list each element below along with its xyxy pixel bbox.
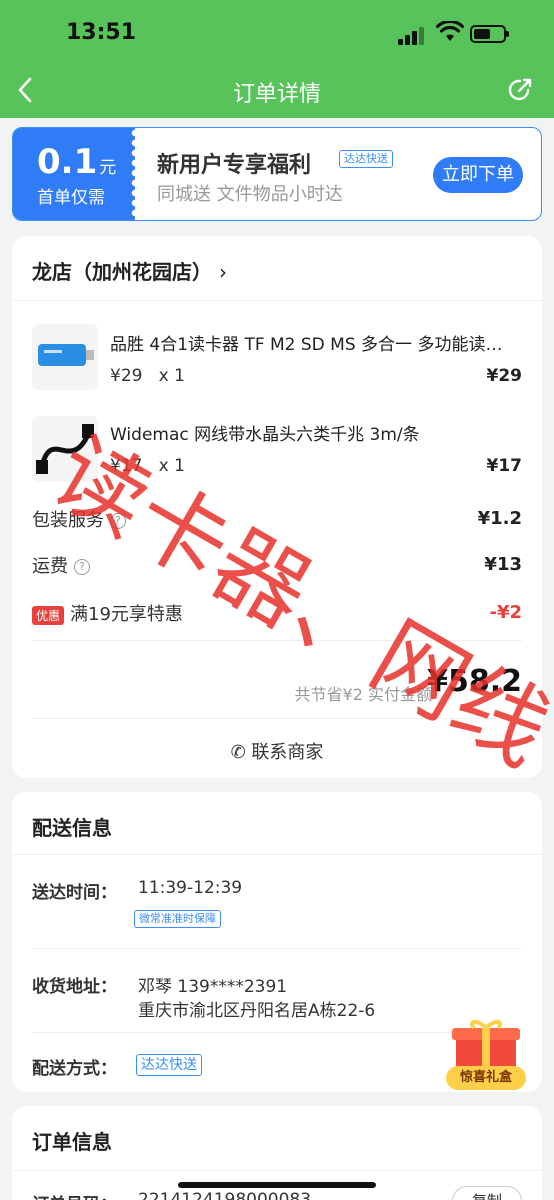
gift-label: 惊喜礼盒 (446, 1066, 526, 1090)
promo-banner[interactable]: 0.1 元 首单仅需 新用户专享福利 达达快送 同城送 文件物品小时达 立即下单 (12, 127, 542, 221)
delivery-time-label: 送达时间： (32, 883, 117, 903)
product-price: ¥29 x 1 (110, 366, 185, 386)
total-label: 共节省¥2 实付金额 (294, 685, 432, 704)
wifi-icon (436, 21, 464, 41)
promo-subtitle: 同城送 文件物品小时达 (157, 184, 343, 205)
address-detail: 重庆市渝北区丹阳名居A栋22-6 (138, 1001, 376, 1021)
copy-button[interactable]: 复制 (452, 1186, 522, 1200)
discount-label: 优惠 满19元享特惠 (32, 600, 183, 626)
shipping-fee-value: ¥13 (484, 554, 522, 575)
order-now-button[interactable]: 立即下单 (433, 157, 523, 193)
header-bar: 13:51 订单详情 (0, 0, 554, 118)
order-number-label: 订单号码： (32, 1190, 117, 1200)
battery-icon (470, 25, 509, 43)
delivery-section-title: 配送信息 (32, 816, 112, 840)
surprise-gift-button[interactable]: 惊喜礼盒 (446, 1018, 526, 1090)
on-time-guarantee-tag: 微常准准时保障 (134, 910, 221, 928)
product-name: 品胜 4合1读卡器 TF M2 SD MS 多合一 多功能读卡器 (110, 335, 514, 355)
product-amount: ¥29 (486, 366, 523, 386)
phone-icon: ✆ (230, 742, 252, 763)
order-items-card: 龙店（加州花园店） › 品胜 4合1读卡器 TF M2 SD MS 多合一 多功… (12, 236, 542, 778)
order-info-section-title: 订单信息 (32, 1130, 112, 1154)
address-label: 收货地址： (32, 977, 117, 997)
cellular-signal-icon (398, 27, 428, 45)
product-thumbnail-card-reader[interactable] (32, 324, 98, 390)
divider (12, 300, 542, 301)
share-icon[interactable] (506, 76, 534, 104)
delivery-time-value: 11:39-12:39 (138, 878, 243, 898)
product-name: Widemac 网线带水晶头六类千兆 3m/条 (110, 425, 420, 445)
page-title: 订单详情 (232, 82, 321, 107)
status-time: 13:51 (66, 20, 137, 45)
shipping-fee-label: 运费? (32, 552, 90, 578)
store-name-link[interactable]: 龙店（加州花园店） › (32, 256, 227, 285)
packaging-fee-value: ¥1.2 (477, 508, 522, 529)
discount-badge: 优惠 (32, 605, 65, 625)
delivery-method-tag: 达达快送 (136, 1054, 202, 1076)
status-bar: 13:51 (0, 18, 554, 50)
product-price: ¥17 x 1 (110, 456, 185, 476)
packaging-fee-label: 包装服务? (32, 506, 126, 532)
help-icon[interactable]: ? (110, 513, 126, 529)
promo-tag: 达达快送 (339, 150, 393, 168)
delivery-method-label: 配送方式： (32, 1059, 117, 1079)
total-amount: ¥58.2 (427, 664, 522, 699)
product-amount: ¥17 (486, 456, 523, 476)
help-icon[interactable]: ? (74, 559, 90, 575)
promo-price-block: 0.1 元 首单仅需 (13, 128, 139, 220)
chevron-right-icon: › (218, 260, 227, 284)
promo-first-order: 首单仅需 (37, 188, 105, 208)
discount-value: -¥2 (489, 602, 522, 623)
promo-price: 0.1 元 (37, 142, 117, 182)
promo-title: 新用户专享福利 (157, 153, 312, 178)
product-thumbnail-network-cable[interactable] (32, 416, 98, 482)
contact-merchant-button[interactable]: ✆ 联系商家 (12, 738, 542, 764)
address-name: 邓琴 139****2391 (138, 977, 288, 997)
order-number-value: 2214124198000083 (138, 1190, 312, 1200)
divider (12, 1170, 542, 1171)
divider (32, 640, 522, 641)
divider (32, 718, 522, 719)
divider (32, 948, 522, 949)
home-indicator (178, 1182, 376, 1188)
divider (12, 854, 542, 855)
